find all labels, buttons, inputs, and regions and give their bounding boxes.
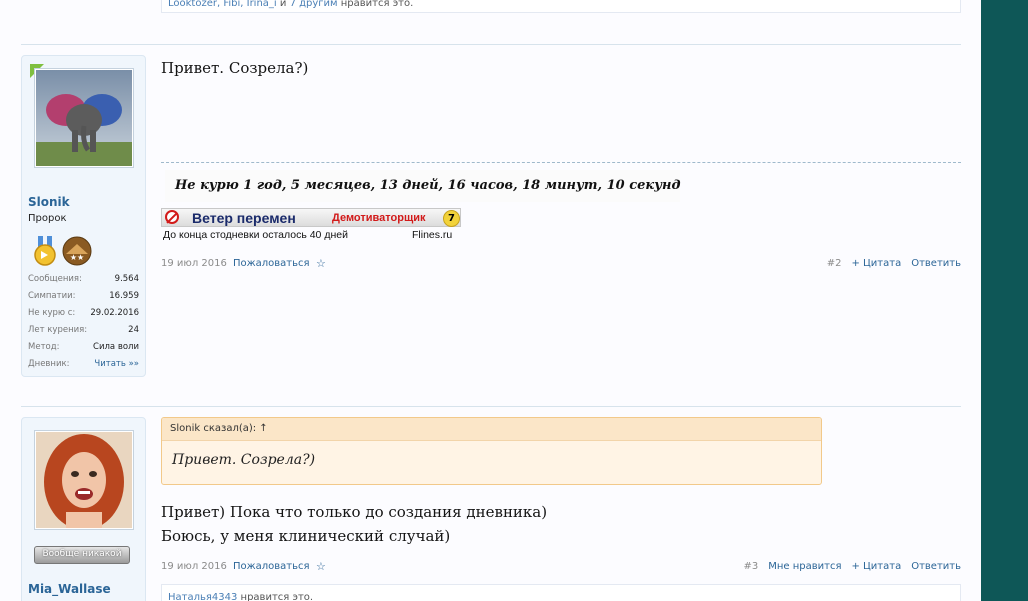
reply-button[interactable]: Ответить (911, 258, 961, 269)
avatar-slonik[interactable] (34, 68, 134, 168)
liker-names[interactable]: Наталья4343 (168, 592, 237, 601)
wind-banner-countdown: До конца стодневки осталось 40 дней (163, 229, 348, 241)
stat-row: Лет курения: 24 (28, 321, 139, 338)
stat-key: Не курю с: (28, 307, 76, 318)
likes-suffix: нравится это. (237, 592, 314, 601)
post-actions: #2 + Цитата Ответить (827, 258, 961, 269)
post-date[interactable]: 19 июл 2016 (161, 258, 227, 269)
post-meta: 19 июл 2016 Пожаловаться ☆ #3 Мне нравит… (161, 560, 961, 575)
quote-button[interactable]: + Цитата (851, 258, 901, 269)
wind-banner-site: Flines.ru (412, 229, 453, 241)
star-icon[interactable]: ☆ (316, 560, 326, 573)
stat-value: 29.02.2016 (90, 307, 139, 318)
quit-counter-text: Не курю 1 год, 5 месяцев, 13 дней, 16 ча… (175, 178, 681, 193)
star-icon[interactable]: ☆ (316, 257, 326, 270)
no-smoking-icon (165, 210, 179, 224)
post-message-line-1: Привет) Пока что только до создания днев… (161, 503, 548, 521)
wind-banner-top: Ветер перемен Демотиваторщик 7 (161, 208, 461, 227)
stat-row: Метод: Сила воли (28, 338, 139, 355)
user-panel-slonik: Slonik Пророк ★★ Сообщения: 9.564 Симпати… (21, 55, 146, 377)
stat-key: Дневник: (28, 358, 70, 369)
user-title: Пророк (28, 213, 67, 224)
rank-badge-text: Вообще никакой (42, 549, 122, 559)
likes-and: и (276, 0, 290, 9)
post-likes: Наталья4343 нравится это. (161, 584, 961, 601)
user-stats: Сообщения: 9.564 Симпатии: 16.959 Не курю … (28, 270, 139, 372)
rank-badge: Вообще никакой (34, 546, 130, 564)
stat-key: Симпатии: (28, 290, 76, 301)
post-number[interactable]: #3 (743, 561, 758, 572)
post-number[interactable]: #2 (827, 258, 842, 269)
quote-header[interactable]: Slonik сказал(а): ↑ (162, 418, 821, 441)
reply-button[interactable]: Ответить (911, 561, 961, 572)
post-meta: 19 июл 2016 Пожаловаться ☆ #2 + Цитата О… (161, 257, 961, 272)
quote-block: Slonik сказал(а): ↑ Привет. Созрела?) (161, 417, 822, 485)
avatar-mia[interactable] (34, 430, 134, 530)
wind-banner-title: Ветер перемен (192, 210, 296, 226)
stat-value: 9.564 (114, 273, 139, 284)
diary-read-link[interactable]: Читать »» (94, 359, 139, 369)
page-side-background (981, 0, 1028, 601)
quote-button[interactable]: + Цитата (851, 561, 901, 572)
medal-icon[interactable] (30, 236, 60, 266)
stat-value: 16.959 (109, 290, 139, 301)
username[interactable]: Slonik (28, 195, 70, 209)
previous-post-likes: Looktozer, Fibi, Irina_i и 7 другим нрав… (161, 0, 961, 13)
stat-key: Лет курения: (28, 324, 88, 335)
quit-counter-banner: Не курю 1 год, 5 месяцев, 13 дней, 16 ча… (165, 170, 681, 202)
stat-row: Дневник: Читать »» (28, 355, 139, 372)
username[interactable]: Mia_Wallase (28, 582, 111, 596)
post-date[interactable]: 19 июл 2016 (161, 561, 227, 572)
like-button[interactable]: Мне нравится (768, 561, 841, 572)
stat-row: Не курю с: 29.02.2016 (28, 304, 139, 321)
wind-banner-demo: Демотиваторщик (332, 212, 426, 224)
liker-names[interactable]: Looktozer, Fibi, Irina_i (168, 0, 277, 9)
post-separator (21, 44, 961, 45)
thread-content: Looktozer, Fibi, Irina_i и 7 другим нрав… (0, 0, 981, 601)
svg-text:★★: ★★ (70, 253, 84, 262)
wind-of-change-banner[interactable]: Ветер перемен Демотиваторщик 7 До конца … (161, 208, 461, 244)
user-panel-mia: Вообще никакой Mia_Wallase (21, 417, 146, 601)
wind-banner-number: 7 (443, 210, 460, 227)
elephant-avatar-image (36, 70, 132, 166)
stat-key: Сообщения: (28, 273, 82, 284)
quote-text: Привет. Созрела?) (172, 452, 316, 468)
post-message-line-2: Боюсь, у меня клинический случай) (161, 527, 451, 545)
stat-key: Метод: (28, 341, 60, 352)
likes-others-link[interactable]: 7 другим (290, 0, 338, 9)
stat-row: Сообщения: 9.564 (28, 270, 139, 287)
achievement-badge-icon[interactable]: ★★ (62, 236, 92, 266)
post-actions: #3 Мне нравится + Цитата Ответить (743, 561, 961, 572)
likes-suffix: нравится это. (337, 0, 414, 9)
post-message: Привет. Созрела?) (161, 59, 309, 77)
woman-avatar-image (36, 432, 132, 530)
post-separator (21, 406, 961, 407)
signature-divider (161, 162, 961, 163)
report-link[interactable]: Пожаловаться (233, 258, 310, 269)
report-link[interactable]: Пожаловаться (233, 561, 310, 572)
stat-value: 24 (128, 324, 139, 335)
stat-row: Симпатии: 16.959 (28, 287, 139, 304)
stat-value: Сила воли (93, 341, 139, 352)
